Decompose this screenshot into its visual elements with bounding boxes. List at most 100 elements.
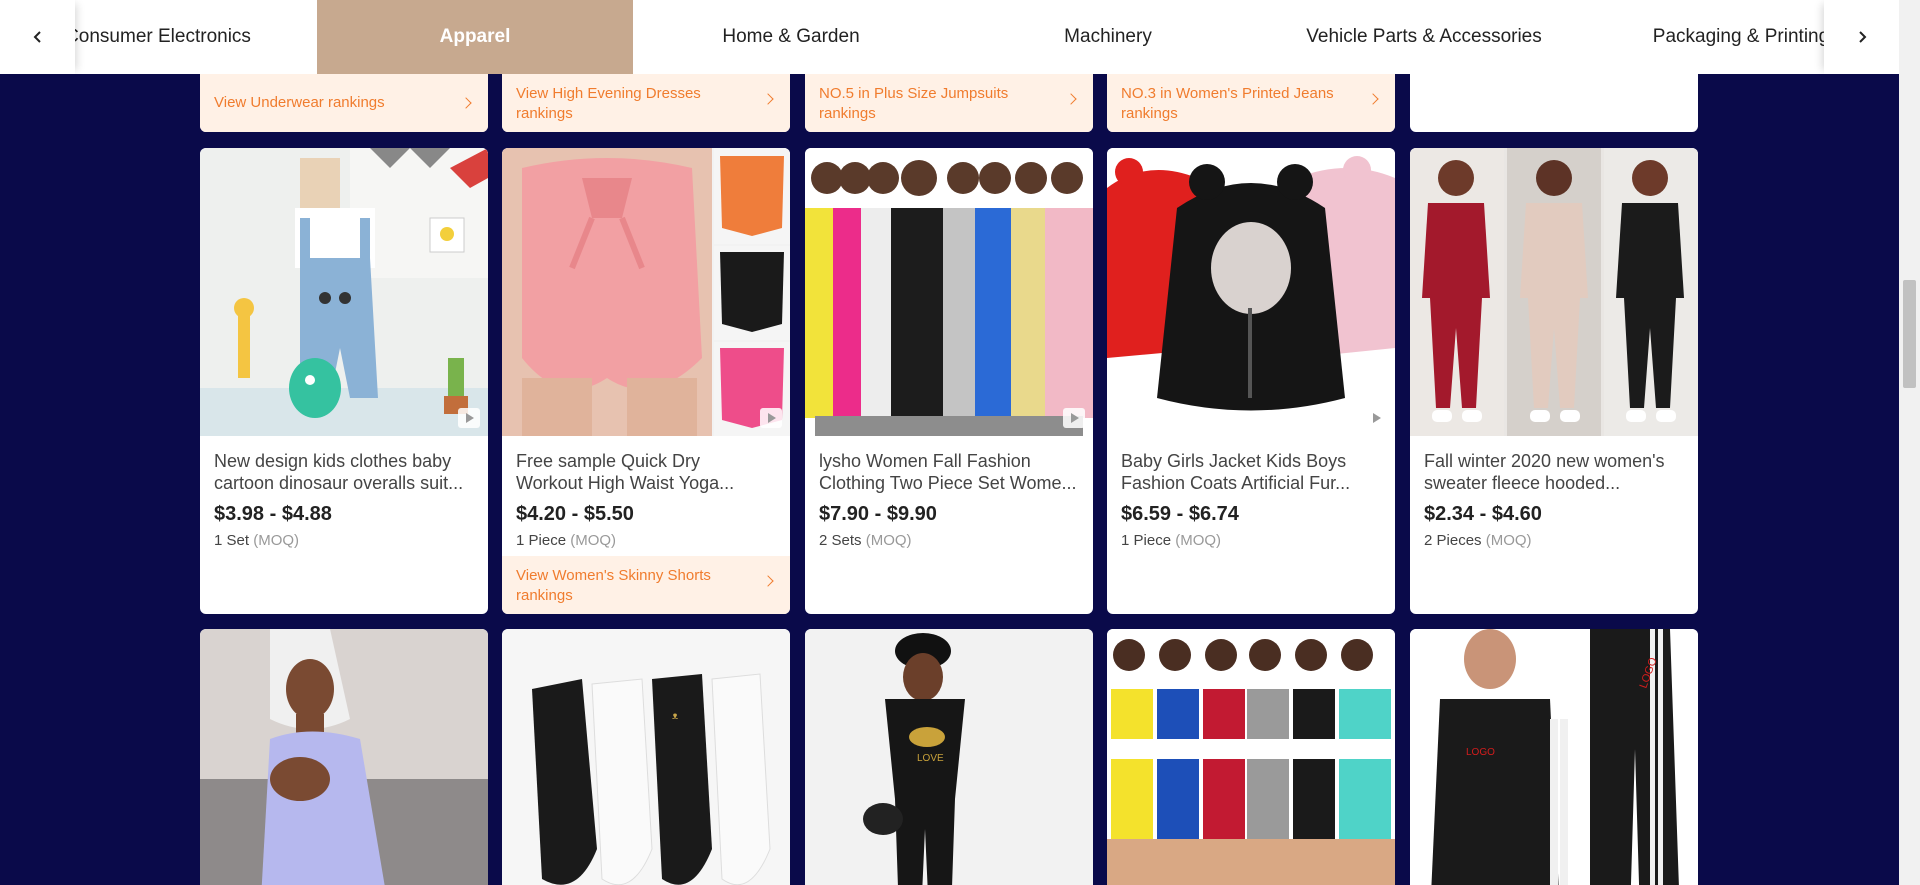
moq-tag: (MOQ) (865, 532, 912, 549)
product-image[interactable] (1107, 629, 1395, 885)
product-grid: View Underwear rankings View High Evenin… (0, 0, 1899, 885)
nav-prev-button[interactable] (0, 0, 75, 74)
product-card[interactable]: Fall winter 2020 new women's sweater fle… (1410, 148, 1698, 614)
page: View Underwear rankings View High Evenin… (0, 0, 1920, 885)
product-card[interactable]: Free sample Quick Dry Workout High Waist… (502, 148, 790, 614)
product-card-partial[interactable]: LOGO LOGO (1410, 629, 1698, 885)
moq-tag: (MOQ) (1485, 532, 1532, 549)
rankings-link-label: NO.3 in Women's Printed Jeans rankings (1121, 85, 1334, 122)
moq-value: 1 Piece (1121, 532, 1172, 549)
product-card[interactable]: Baby Girls Jacket Kids Boys Fashion Coat… (1107, 148, 1395, 614)
product-card-partial[interactable]: ᴥ (502, 629, 790, 885)
tshirt-print-text: LOVE (917, 753, 944, 764)
chevron-left-icon (33, 31, 41, 43)
product-price: $4.20 - $5.50 (516, 503, 634, 525)
product-title[interactable]: Fall winter 2020 new women's sweater fle… (1424, 450, 1684, 494)
nav-next-button[interactable] (1824, 0, 1899, 74)
play-video-icon[interactable] (458, 408, 480, 428)
tab-apparel[interactable]: Apparel (317, 0, 633, 74)
product-title-line: Baby Girls Jacket Kids Boys (1121, 451, 1347, 471)
product-moq: 2 Pieces (MOQ) (1424, 532, 1684, 549)
product-image[interactable] (200, 148, 488, 436)
rankings-link-label: View Women's Skinny Shorts rankings (516, 567, 711, 604)
product-moq: 1 Piece (MOQ) (516, 532, 776, 549)
product-card-partial[interactable] (200, 629, 488, 885)
moq-value: 1 Piece (516, 532, 567, 549)
product-title-line: New design kids clothes baby (214, 451, 452, 471)
kids-overalls-image (200, 148, 488, 436)
category-tabs: Consumer Electronics Apparel Home & Gard… (0, 0, 1899, 74)
product-card-partial[interactable]: LOVE (805, 629, 1093, 885)
page-scrollbar[interactable] (1899, 0, 1920, 885)
chevron-right-icon (1065, 93, 1077, 105)
product-image[interactable]: LOGO LOGO (1410, 629, 1698, 885)
product-image[interactable]: LOVE (805, 629, 1093, 885)
product-card-partial[interactable] (1107, 629, 1395, 885)
chevron-right-icon (460, 97, 472, 109)
product-card[interactable]: New design kids clothes baby cartoon din… (200, 148, 488, 614)
scrollbar-thumb[interactable] (1903, 280, 1916, 388)
rankings-link[interactable]: NO.5 in Plus Size Jumpsuits rankings (805, 74, 1093, 132)
moq-tag: (MOQ) (570, 532, 617, 549)
tracksuit-logo-text: LOGO (1466, 747, 1495, 758)
product-title[interactable]: Free sample Quick Dry Workout High Waist… (516, 450, 776, 494)
product-image[interactable]: ᴥ (502, 629, 790, 885)
lavender-bodycon-dress-image (200, 629, 488, 885)
product-title-line: cartoon dinosaur overalls suit... (214, 473, 464, 493)
play-video-icon[interactable] (1063, 408, 1085, 428)
two-piece-set-image (805, 148, 1093, 436)
product-image[interactable] (1107, 148, 1395, 436)
product-image[interactable] (1410, 148, 1698, 436)
product-title[interactable]: New design kids clothes baby cartoon din… (214, 450, 474, 494)
product-moq: 2 Sets (MOQ) (819, 532, 1079, 549)
tab-vehicle-parts[interactable]: Vehicle Parts & Accessories (1266, 0, 1582, 74)
moq-value: 2 Pieces (1424, 532, 1482, 549)
hooded-sweatsuit-image (1410, 148, 1698, 436)
moq-tag: (MOQ) (253, 532, 300, 549)
chevron-right-icon (762, 575, 774, 587)
chevron-right-icon (762, 93, 774, 105)
product-moq: 1 Piece (MOQ) (1121, 532, 1381, 549)
product-price: $3.98 - $4.88 (214, 503, 332, 525)
product-title-line: Fall winter 2020 new women's (1424, 451, 1665, 471)
pink-yoga-shorts-image (502, 148, 790, 436)
moq-value: 2 Sets (819, 532, 862, 549)
product-moq: 1 Set (MOQ) (214, 532, 474, 549)
product-image[interactable] (502, 148, 790, 436)
product-title[interactable]: lysho Women Fall Fashion Clothing Two Pi… (819, 450, 1079, 494)
product-title[interactable]: Baby Girls Jacket Kids Boys Fashion Coat… (1121, 450, 1381, 494)
black-lips-print-outfit-image: LOVE (805, 629, 1093, 885)
rankings-link-label: View Underwear rankings (214, 94, 385, 111)
chevron-right-icon (1367, 93, 1379, 105)
product-image[interactable] (805, 148, 1093, 436)
black-tracksuit-image: LOGO LOGO (1410, 629, 1698, 885)
product-title-line: Workout High Waist Yoga... (516, 473, 735, 493)
product-image[interactable] (200, 629, 488, 885)
product-price: $6.59 - $6.74 (1121, 503, 1239, 525)
product-price: $7.90 - $9.90 (819, 503, 937, 525)
black-white-socks-image: ᴥ (502, 629, 790, 885)
tab-machinery[interactable]: Machinery (950, 0, 1266, 74)
rankings-link[interactable]: NO.3 in Women's Printed Jeans rankings (1107, 74, 1395, 132)
play-video-icon[interactable] (1365, 408, 1387, 428)
product-title-line: lysho Women Fall Fashion (819, 451, 1031, 471)
moq-tag: (MOQ) (1175, 532, 1222, 549)
tab-home-garden[interactable]: Home & Garden (633, 0, 949, 74)
rankings-link-label: View High Evening Dresses rankings (516, 85, 701, 122)
product-price: $2.34 - $4.60 (1424, 503, 1542, 525)
colorful-crop-top-shorts-sets-image (1107, 629, 1395, 885)
chevron-right-icon (1858, 31, 1866, 43)
rankings-link[interactable]: View High Evening Dresses rankings (502, 74, 790, 132)
category-nav: Consumer Electronics Apparel Home & Gard… (0, 0, 1899, 74)
product-title-line: sweater fleece hooded... (1424, 473, 1621, 493)
svg-text:ᴥ: ᴥ (672, 711, 678, 722)
rankings-link[interactable]: View Underwear rankings (200, 74, 488, 132)
play-video-icon[interactable] (760, 408, 782, 428)
rankings-link-label: NO.5 in Plus Size Jumpsuits rankings (819, 85, 1009, 122)
product-card[interactable]: lysho Women Fall Fashion Clothing Two Pi… (805, 148, 1093, 614)
product-title-line: Free sample Quick Dry (516, 451, 701, 471)
rankings-link[interactable]: View Women's Skinny Shorts rankings (502, 556, 790, 614)
moq-value: 1 Set (214, 532, 250, 549)
product-title-line: Fashion Coats Artificial Fur... (1121, 473, 1351, 493)
kids-fur-jacket-image (1107, 148, 1395, 436)
